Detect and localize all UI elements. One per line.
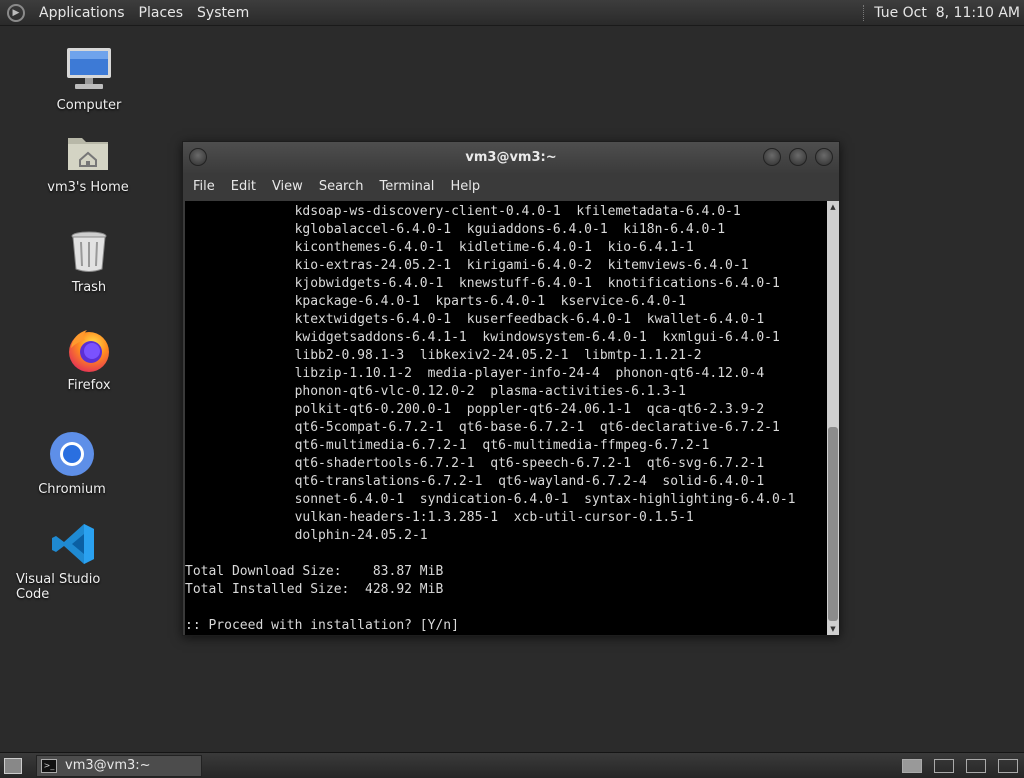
clock-area: Tue Oct 8, 11:10 AM bbox=[863, 4, 1024, 21]
terminal-line: qt6-5compat-6.7.2-1 qt6-base-6.7.2-1 qt6… bbox=[185, 420, 780, 435]
terminal-line: Total Download Size: 83.87 MiB bbox=[185, 564, 444, 579]
window-titlebar[interactable]: vm3@vm3:~ bbox=[183, 142, 839, 173]
taskbar-terminal-button[interactable]: >_ vm3@vm3:~ bbox=[36, 754, 202, 777]
terminal-line: kwidgetsaddons-6.4.1-1 kwindowsystem-6.4… bbox=[185, 330, 780, 345]
terminal-line: :: Proceed with installation? [Y/n] bbox=[185, 618, 459, 633]
desktop-icon-label: Visual Studio Code bbox=[16, 572, 101, 602]
terminal-line: libb2-0.98.1-3 libkexiv2-24.05.2-1 libmt… bbox=[185, 348, 702, 363]
bottom-panel: >_ vm3@vm3:~ bbox=[0, 752, 1024, 778]
desktop-icon-firefox[interactable]: Firefox bbox=[60, 326, 118, 393]
window-menu-icon[interactable] bbox=[189, 148, 207, 166]
workspace-2[interactable] bbox=[934, 758, 954, 773]
maximize-button[interactable] bbox=[789, 148, 807, 166]
show-desktop-icon[interactable] bbox=[4, 757, 22, 774]
desktop-icon-label: Chromium bbox=[38, 482, 106, 497]
firefox-icon bbox=[65, 326, 113, 374]
menu-search[interactable]: Search bbox=[311, 179, 372, 194]
workspace-1[interactable] bbox=[902, 758, 922, 773]
terminal-line: kiconthemes-6.4.0-1 kidletime-6.4.0-1 ki… bbox=[185, 240, 694, 255]
home-folder-icon bbox=[64, 128, 112, 176]
window-title: vm3@vm3:~ bbox=[465, 150, 557, 165]
close-button[interactable] bbox=[815, 148, 833, 166]
desktop-icon-chromium[interactable]: Chromium bbox=[38, 430, 106, 497]
terminal-line: kglobalaccel-6.4.0-1 kguiaddons-6.4.0-1 … bbox=[185, 222, 726, 237]
desktop-icon-computer[interactable]: Computer bbox=[52, 46, 126, 113]
desktop-icon-trash[interactable]: Trash bbox=[64, 228, 114, 295]
clock[interactable]: Tue Oct 8, 11:10 AM bbox=[874, 5, 1020, 21]
menu-terminal[interactable]: Terminal bbox=[371, 179, 442, 194]
menu-file[interactable]: File bbox=[185, 179, 223, 194]
computer-icon bbox=[65, 46, 113, 94]
vscode-icon bbox=[50, 520, 98, 568]
terminal-line: polkit-qt6-0.200.0-1 poppler-qt6-24.06.1… bbox=[185, 402, 765, 417]
terminal-line: kjobwidgets-6.4.0-1 knewstuff-6.4.0-1 kn… bbox=[185, 276, 780, 291]
distro-logo-icon[interactable]: ▶ bbox=[7, 3, 25, 22]
terminal-line: kdsoap-ws-discovery-client-0.4.0-1 kfile… bbox=[185, 204, 741, 219]
desktop-icon-label: vm3's Home bbox=[47, 180, 129, 195]
panel-separator bbox=[863, 4, 866, 21]
terminal-line: phonon-qt6-vlc-0.12.0-2 plasma-activitie… bbox=[185, 384, 686, 399]
desktop-icon-vscode[interactable]: Visual Studio Code bbox=[16, 520, 132, 602]
desktop-icon-home[interactable]: vm3's Home bbox=[40, 128, 136, 195]
applications-menu[interactable]: Applications bbox=[32, 5, 132, 21]
terminal-line: Total Installed Size: 428.92 MiB bbox=[185, 582, 444, 597]
terminal-line: dolphin-24.05.2-1 bbox=[185, 528, 428, 543]
terminal-line: qt6-shadertools-6.7.2-1 qt6-speech-6.7.2… bbox=[185, 456, 765, 471]
terminal-line: libzip-1.10.1-2 media-player-info-24-4 p… bbox=[185, 366, 765, 381]
menu-view[interactable]: View bbox=[264, 179, 311, 194]
trash-icon bbox=[65, 228, 113, 276]
workspace-switcher bbox=[896, 758, 1024, 773]
workspace-3[interactable] bbox=[966, 758, 986, 773]
top-panel: ▶ Applications Places System Tue Oct 8, … bbox=[0, 0, 1024, 26]
terminal-line: qt6-multimedia-6.7.2-1 qt6-multimedia-ff… bbox=[185, 438, 710, 453]
terminal-line: sonnet-6.4.0-1 syndication-6.4.0-1 synta… bbox=[185, 492, 796, 507]
terminal-icon: >_ bbox=[41, 758, 57, 773]
scroll-down-icon[interactable]: ▼ bbox=[827, 623, 839, 635]
menu-edit[interactable]: Edit bbox=[223, 179, 264, 194]
terminal-line: vulkan-headers-1:1.3.285-1 xcb-util-curs… bbox=[185, 510, 694, 525]
scrollbar-thumb[interactable] bbox=[828, 427, 838, 621]
workspace-4[interactable] bbox=[998, 758, 1018, 773]
desktop-icon-label: Firefox bbox=[67, 378, 111, 393]
menu-help[interactable]: Help bbox=[442, 179, 488, 194]
places-menu[interactable]: Places bbox=[132, 5, 191, 21]
scroll-up-icon[interactable]: ▲ bbox=[827, 201, 839, 213]
system-menu[interactable]: System bbox=[190, 5, 256, 21]
terminal-line: kio-extras-24.05.2-1 kirigami-6.4.0-2 ki… bbox=[185, 258, 749, 273]
desktop-icon-label: Trash bbox=[71, 280, 107, 295]
desktop-icon-label: Computer bbox=[56, 98, 122, 113]
chromium-icon bbox=[48, 430, 96, 478]
taskbar-label: vm3@vm3:~ bbox=[65, 758, 151, 773]
terminal-scrollbar[interactable]: ▲ ▼ bbox=[827, 201, 839, 635]
terminal-output-area[interactable]: kdsoap-ws-discovery-client-0.4.0-1 kfile… bbox=[185, 201, 827, 635]
terminal-menubar: File Edit View Search Terminal Help bbox=[183, 173, 839, 199]
terminal-line: ktextwidgets-6.4.0-1 kuserfeedback-6.4.0… bbox=[185, 312, 765, 327]
terminal-window: vm3@vm3:~ File Edit View Search Terminal… bbox=[182, 141, 840, 636]
terminal-output: kdsoap-ws-discovery-client-0.4.0-1 kfile… bbox=[185, 201, 827, 635]
terminal-line: qt6-translations-6.7.2-1 qt6-wayland-6.7… bbox=[185, 474, 765, 489]
minimize-button[interactable] bbox=[763, 148, 781, 166]
terminal-line: kpackage-6.4.0-1 kparts-6.4.0-1 kservice… bbox=[185, 294, 686, 309]
